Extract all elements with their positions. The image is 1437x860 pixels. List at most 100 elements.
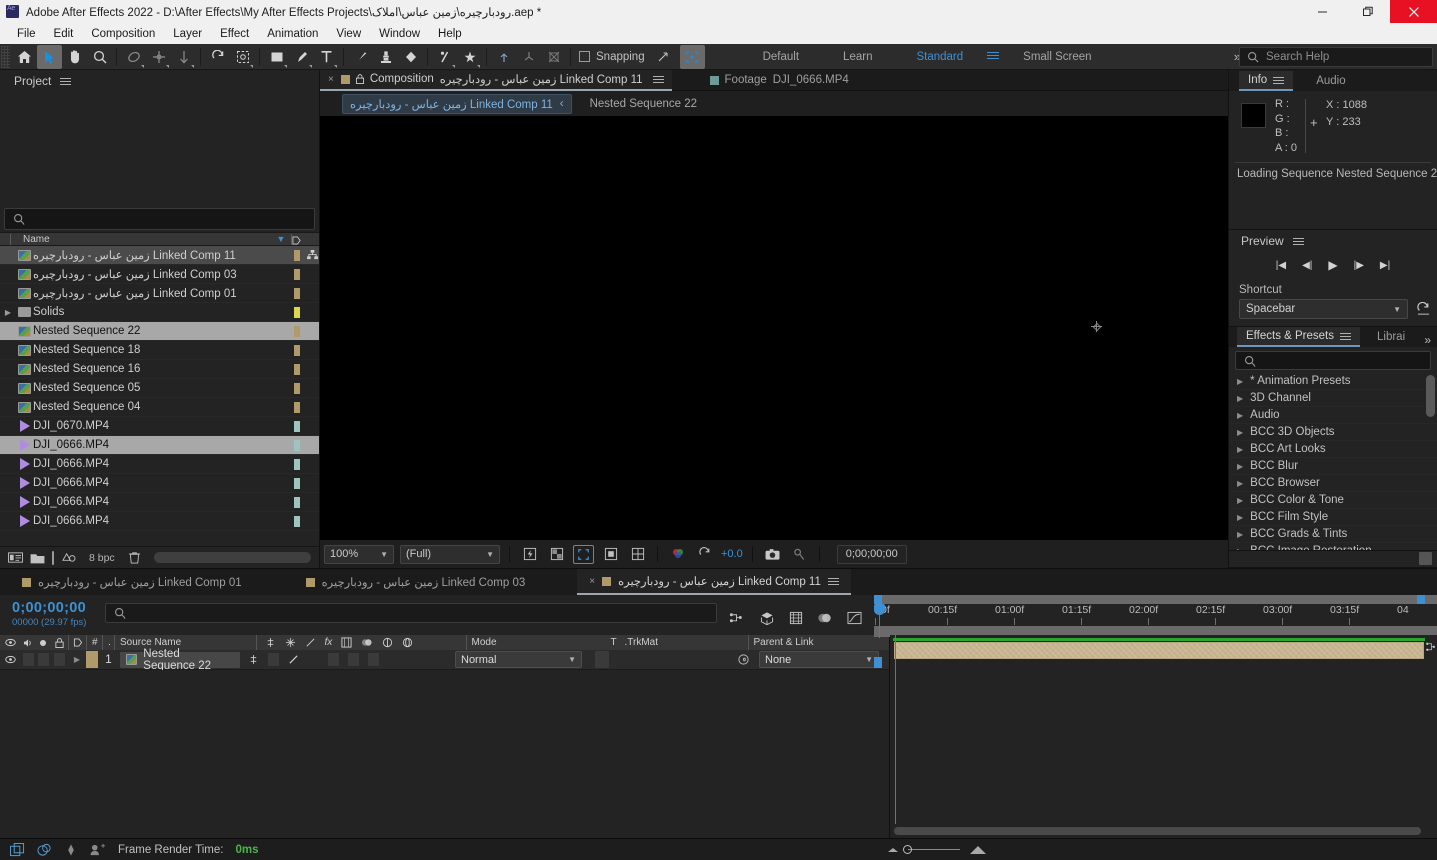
layer-trkmat-cell[interactable] (590, 650, 732, 670)
snapping-control[interactable]: Snapping (579, 51, 645, 63)
search-help-input[interactable]: Search Help (1239, 46, 1433, 67)
project-item[interactable]: زمین عباس - رودبارچیره Linked Comp 01 (0, 284, 319, 303)
snapping-arrow-icon[interactable] (651, 45, 676, 69)
project-search-input[interactable] (4, 208, 315, 230)
effects-icon[interactable]: fx (325, 637, 333, 648)
sort-descending-icon[interactable]: ▼ (271, 234, 291, 244)
reset-exposure-icon[interactable] (694, 545, 715, 564)
label-color-swatch[interactable] (294, 515, 300, 527)
navigator-start-handle[interactable] (874, 657, 882, 668)
eye-icon[interactable] (0, 635, 20, 650)
rotation-tool-icon[interactable] (205, 45, 230, 69)
orbit-tool-icon[interactable] (121, 45, 146, 69)
hand-tool-icon[interactable] (62, 45, 87, 69)
pen-tool-icon[interactable] (289, 45, 314, 69)
project-item[interactable]: Nested Sequence 16 (0, 360, 319, 379)
project-item[interactable]: زمین عباس - رودبارچیره Linked Comp 03 (0, 265, 319, 284)
layer-duration-bar[interactable] (894, 642, 1424, 659)
trash-icon[interactable] (128, 551, 141, 564)
tab-effects-presets[interactable]: Effects & Presets (1237, 327, 1360, 347)
project-item[interactable]: Nested Sequence 18 (0, 341, 319, 360)
label-color-swatch[interactable] (294, 439, 300, 451)
home-icon[interactable] (12, 45, 37, 69)
project-item[interactable]: زمین عباس - رودبارچیره Linked Comp 11 (0, 246, 319, 265)
label-color-swatch[interactable] (294, 306, 300, 318)
workspace-learn[interactable]: Learn (821, 51, 894, 63)
panel-menu-icon[interactable] (60, 76, 72, 87)
column-trkmat[interactable]: . TrkMat (620, 635, 748, 650)
menu-file[interactable]: File (8, 26, 45, 42)
menu-composition[interactable]: Composition (82, 26, 164, 42)
toolbar-grip[interactable] (1, 45, 10, 68)
workspace-default[interactable]: Default (741, 51, 821, 63)
draft-3d-icon[interactable] (759, 611, 775, 625)
project-horizontal-scrollbar[interactable] (153, 552, 311, 563)
layer-parent-select[interactable]: None ▼ (759, 651, 879, 668)
menu-window[interactable]: Window (370, 26, 429, 42)
label-tag-icon[interactable] (68, 635, 86, 650)
magnification-select[interactable]: 100% ▼ (324, 544, 394, 564)
composition-timecode[interactable]: 0;00;00;00 (836, 544, 907, 564)
project-item[interactable]: DJI_0670.MP4 (0, 417, 319, 436)
label-color-swatch[interactable] (294, 401, 300, 413)
tab-audio[interactable]: Audio (1307, 71, 1354, 91)
show-channel-icon[interactable] (667, 545, 1434, 860)
layer-shy-toggle[interactable] (248, 654, 259, 665)
tab-composition-linked-comp-11[interactable]: × Composition زمین عباس - رودبارچیره Lin… (320, 69, 672, 91)
maximize-button[interactable] (1345, 0, 1390, 23)
layer-disclosure-icon[interactable]: ▶ (68, 650, 86, 670)
effects-category[interactable]: ▶ BCC Browser (1229, 475, 1437, 493)
label-color-swatch[interactable] (294, 477, 300, 489)
layer-mode-select[interactable]: Normal ▼ (455, 651, 582, 668)
transparency-grid-icon[interactable] (546, 545, 567, 564)
project-item[interactable]: DJI_0666.MP4 (0, 436, 319, 455)
tab-info[interactable]: Info (1239, 71, 1294, 91)
label-color-swatch[interactable] (294, 344, 300, 356)
close-icon[interactable]: × (589, 576, 595, 587)
column-name[interactable]: Name (10, 233, 271, 245)
time-ruler[interactable]: 0f 00:15f 01:00f 01:15f 02:00f 02:15f 03… (874, 604, 1437, 626)
layer-effects-toggle[interactable] (308, 653, 319, 666)
trkmat-box[interactable] (595, 651, 609, 668)
lock-icon[interactable] (355, 74, 364, 84)
menu-view[interactable]: View (327, 26, 370, 42)
workspace-menu-icon[interactable] (985, 50, 1001, 64)
grid-and-guides-icon[interactable] (627, 545, 1436, 860)
selection-tool-icon[interactable] (37, 44, 62, 69)
breadcrumb-next[interactable]: Nested Sequence 22 (572, 98, 697, 110)
effects-category[interactable]: ▶ BCC Film Style (1229, 509, 1437, 527)
play-button[interactable]: ▶ (1328, 258, 1337, 272)
snapping-checkbox[interactable] (579, 51, 590, 62)
show-snapshot-icon[interactable] (789, 545, 810, 564)
layer-adjustment-toggle[interactable] (368, 653, 379, 666)
close-icon[interactable]: × (328, 74, 334, 85)
menu-animation[interactable]: Animation (258, 26, 327, 42)
tab-footage-dji-0666[interactable]: Footage DJI_0666.MP4 (702, 70, 857, 91)
toggle-mask-paths-icon[interactable] (600, 545, 621, 564)
panel-menu-icon[interactable] (1340, 331, 1351, 342)
brush-tool-icon[interactable] (348, 45, 373, 69)
bit-depth-label[interactable]: 8 bpc (83, 551, 121, 565)
panel-menu-icon[interactable] (652, 74, 664, 85)
menu-edit[interactable]: Edit (45, 26, 83, 42)
project-item[interactable]: Nested Sequence 04 (0, 398, 319, 417)
work-area-bar[interactable] (874, 595, 1437, 604)
composition-viewer-canvas[interactable] (320, 116, 1228, 540)
effects-overflow-icon[interactable]: » (1424, 333, 1437, 347)
zoom-in-icon[interactable] (970, 845, 986, 854)
layer-lock-toggle[interactable] (50, 650, 68, 670)
layer-collapse-toggle[interactable] (268, 653, 279, 666)
panel-menu-icon[interactable] (1292, 236, 1304, 247)
label-color-swatch[interactable] (294, 287, 300, 299)
layer-3d-toggle[interactable] (388, 653, 399, 666)
breadcrumb-current[interactable]: زمین عباس - رودبارچیره Linked Comp 11 ‹ (342, 93, 572, 114)
shy-icon[interactable] (265, 637, 276, 648)
roto-brush-tool-icon[interactable] (230, 45, 255, 69)
effects-category[interactable]: ▶ Audio (1229, 407, 1437, 425)
current-time-indicator-head[interactable] (874, 604, 885, 615)
label-tag-icon[interactable] (291, 233, 305, 245)
layer-solo-toggle[interactable] (36, 650, 50, 670)
project-item[interactable]: DJI_0666.MP4 (0, 512, 319, 531)
three-d-icon[interactable] (402, 637, 413, 648)
puppet-pin-tool-icon[interactable] (432, 45, 457, 69)
